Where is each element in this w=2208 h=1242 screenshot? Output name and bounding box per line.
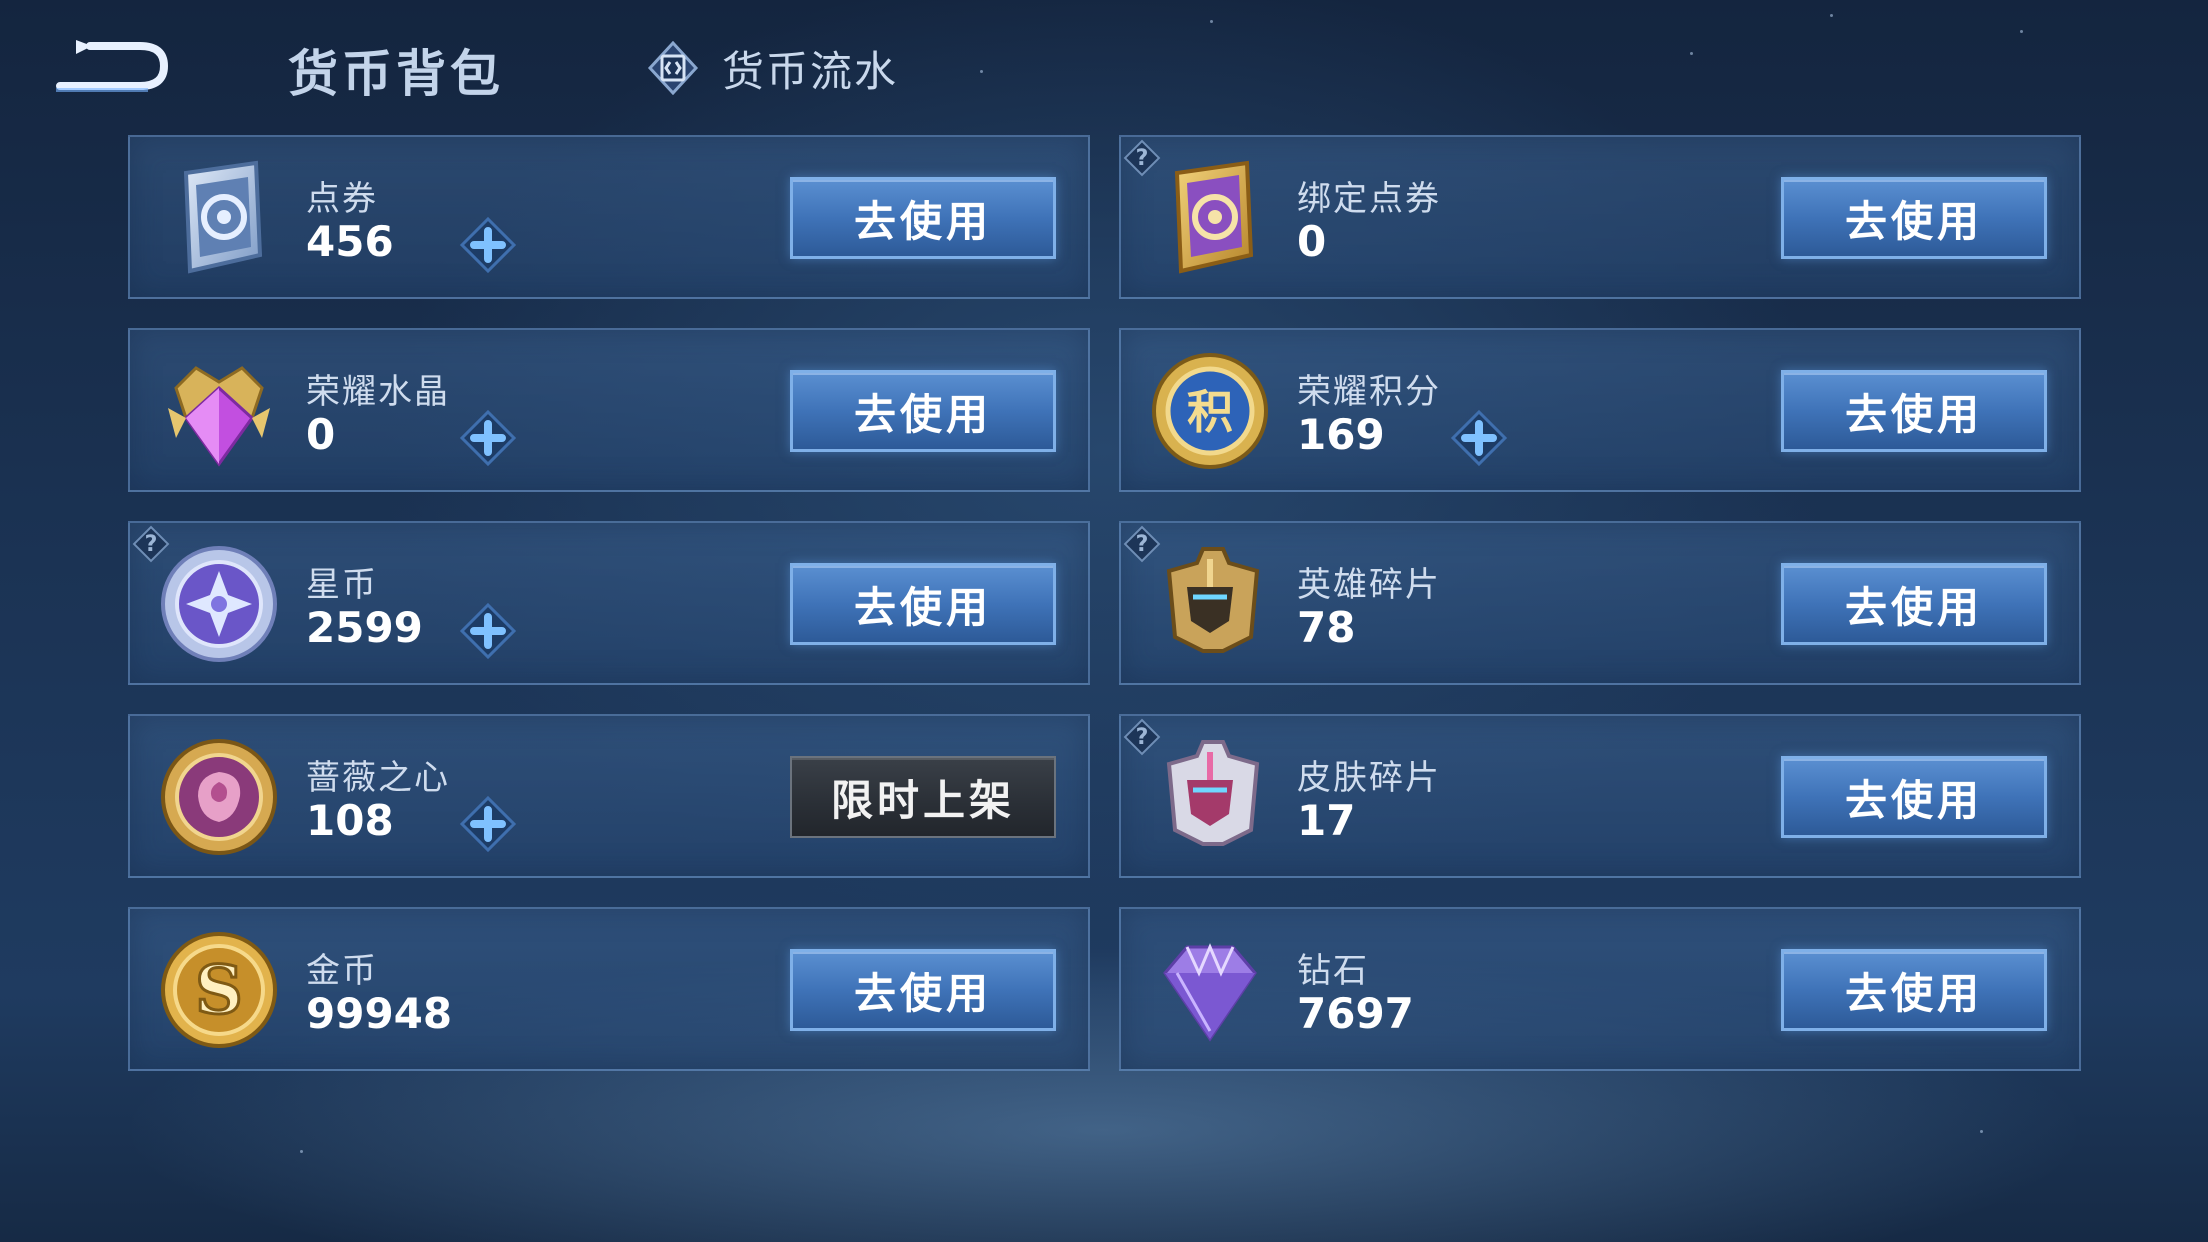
currency-grid: 点券 456 去使用? 绑定点券 0 去使用 荣耀水晶 0 去使用积荣耀积分 169 去使用? 星币 2… [128,135,2081,1071]
gold-coin-icon: S [156,927,282,1053]
add-currency-button[interactable] [458,794,518,854]
background-star [1690,52,1693,55]
currency-card: 点券 456 去使用 [128,135,1090,299]
glory-crystal-icon [156,348,282,474]
currency-amount: 7697 [1297,989,1414,1038]
currency-name: 绑定点券 [1297,179,1441,219]
currency-amount: 456 [306,217,394,266]
currency-card: ? 星币 2599 去使用 [128,521,1090,685]
background-star [1830,14,1833,17]
background-star [980,70,983,73]
star-coin-icon [156,541,282,667]
ledger-icon [647,41,699,95]
use-button[interactable]: 去使用 [1781,177,2047,259]
use-button[interactable]: 去使用 [1781,949,2047,1031]
currency-name: 钻石 [1297,951,1369,991]
currency-amount: 78 [1297,603,1356,652]
currency-amount: 2599 [306,603,423,652]
currency-name: 金币 [306,951,378,991]
plus-icon [458,216,518,279]
currency-name: 点券 [306,179,378,219]
currency-name: 皮肤碎片 [1297,758,1441,798]
diamond-icon [1147,927,1273,1053]
ledger-tab-label: 货币流水 [722,46,899,96]
plus-icon [458,795,518,858]
currency-card: ? 绑定点券 0 去使用 [1119,135,2081,299]
hero-fragment-icon [1147,541,1273,667]
background-star [1210,20,1213,23]
currency-name: 荣耀积分 [1297,372,1441,412]
currency-card: 荣耀水晶 0 去使用 [128,328,1090,492]
currency-card: 蔷薇之心 108 限时上架 [128,714,1090,878]
svg-text:积: 积 [1187,385,1233,439]
glory-points-icon: 积 [1147,348,1273,474]
use-button[interactable]: 去使用 [790,563,1056,645]
add-currency-button[interactable] [1449,408,1509,468]
limited-time-button[interactable]: 限时上架 [790,756,1056,838]
bound-voucher-icon [1147,155,1273,281]
use-button[interactable]: 去使用 [1781,756,2047,838]
currency-card: ? 皮肤碎片 17 去使用 [1119,714,2081,878]
plus-icon [458,409,518,472]
back-button[interactable] [52,34,172,98]
use-button[interactable]: 去使用 [790,370,1056,452]
currency-card: 积 荣耀积分 169 去使用 [1119,328,2081,492]
currency-amount: 0 [306,410,336,459]
background-star [1980,1130,1983,1133]
currency-amount: 0 [1297,217,1327,266]
currency-name: 蔷薇之心 [306,758,450,798]
currency-amount: 108 [306,796,394,845]
currency-amount: 169 [1297,410,1385,459]
currency-name: 星币 [306,565,378,605]
rose-heart-icon [156,734,282,860]
use-button[interactable]: 去使用 [790,177,1056,259]
currency-card: ? 英雄碎片 78 去使用 [1119,521,2081,685]
plus-icon [1449,409,1509,472]
add-currency-button[interactable] [458,215,518,275]
background-star [2020,30,2023,33]
svg-text:S: S [195,951,243,1029]
use-button[interactable]: 去使用 [790,949,1056,1031]
page-title: 货币背包 [288,45,504,103]
currency-card: 钻石 7697 去使用 [1119,907,2081,1071]
currency-ledger-tab[interactable]: 货币流水 [646,36,898,100]
use-button[interactable]: 去使用 [1781,370,2047,452]
skin-fragment-icon [1147,734,1273,860]
back-arrow-icon [56,40,169,92]
currency-name: 荣耀水晶 [306,372,450,412]
currency-card: S 金币 99948 去使用 [128,907,1090,1071]
add-currency-button[interactable] [458,601,518,661]
currency-amount: 99948 [306,989,453,1038]
background-star [300,1150,303,1153]
currency-amount: 17 [1297,796,1356,845]
voucher-ticket-icon [156,155,282,281]
add-currency-button[interactable] [458,408,518,468]
plus-icon [458,602,518,665]
currency-name: 英雄碎片 [1297,565,1441,605]
use-button[interactable]: 去使用 [1781,563,2047,645]
